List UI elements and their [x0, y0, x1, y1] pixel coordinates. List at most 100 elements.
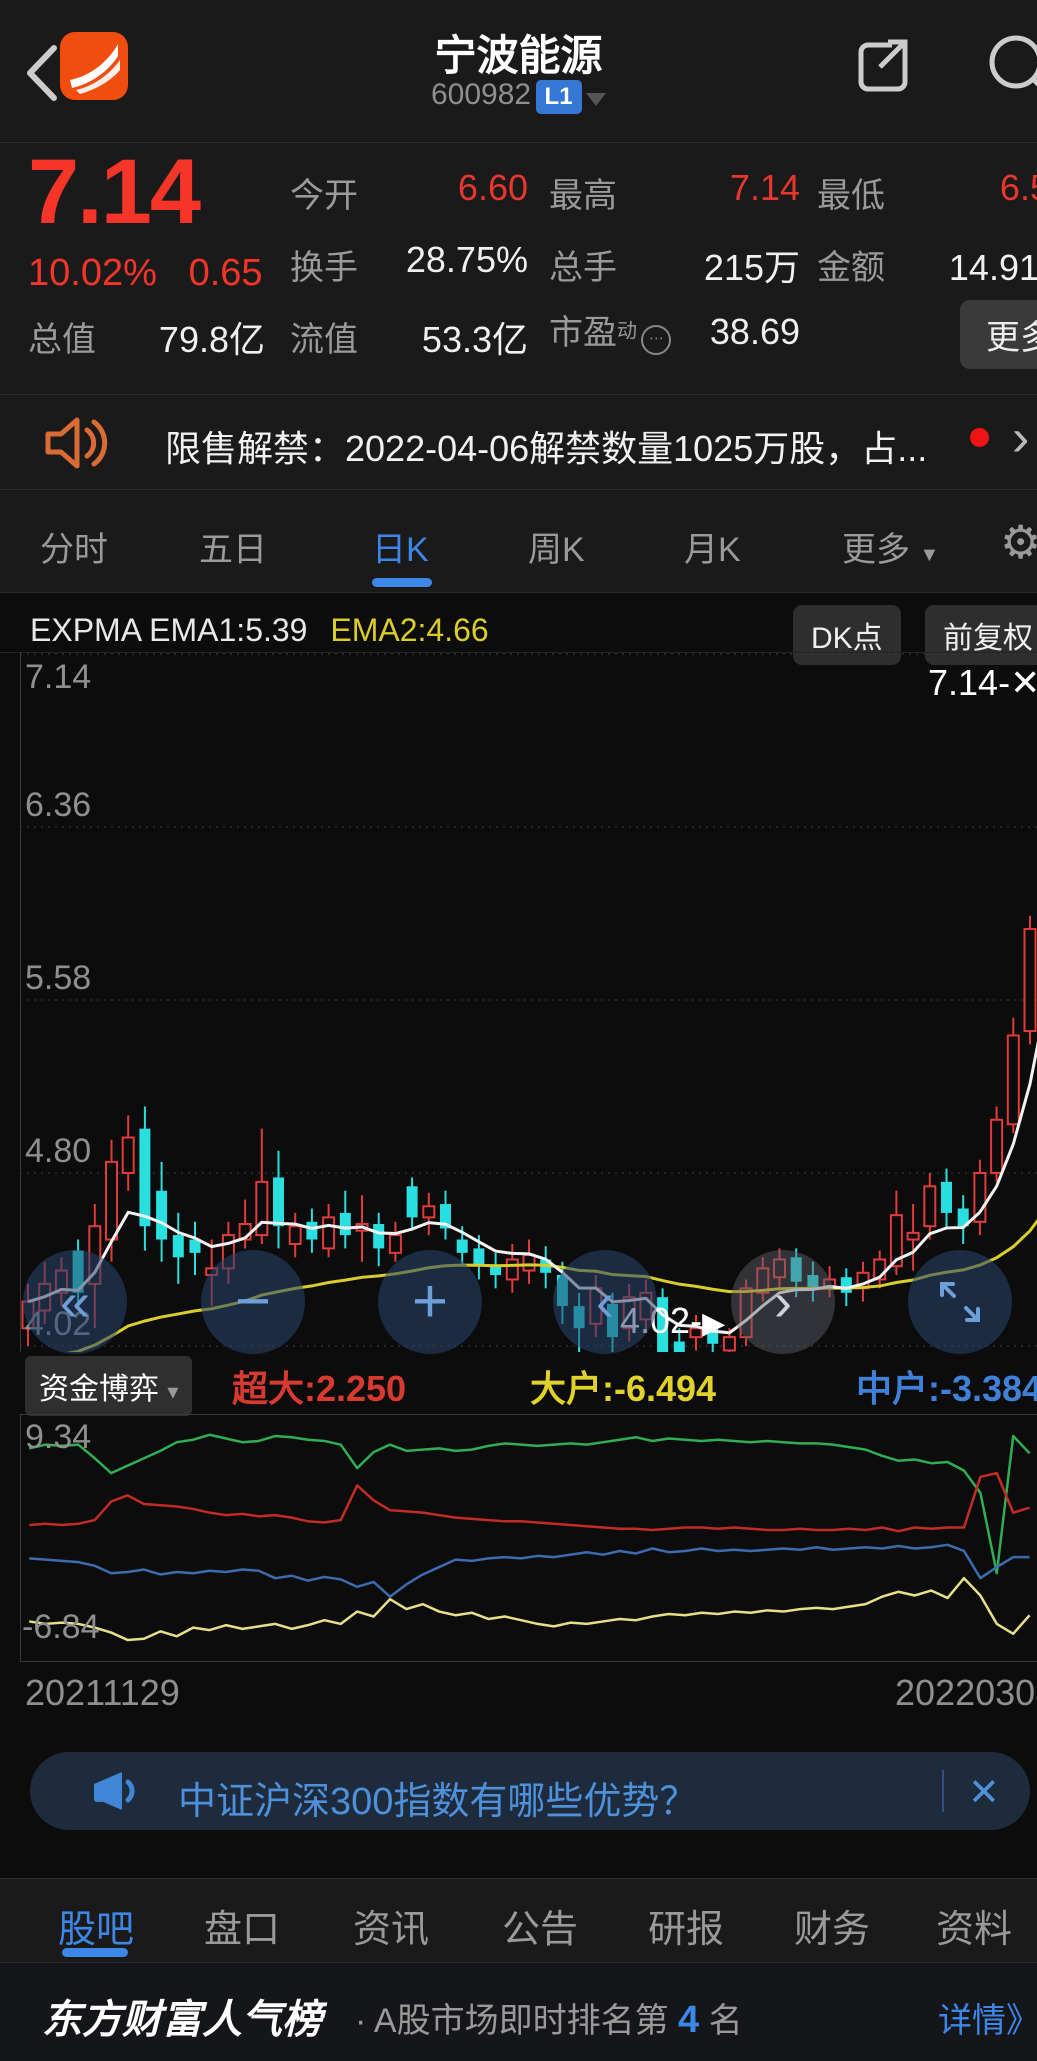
search-button[interactable]: [982, 28, 1037, 108]
y-axis-label: 7.14: [25, 658, 91, 697]
tab-research[interactable]: 研报: [648, 1898, 724, 1953]
zoom-out-button[interactable]: −: [201, 1250, 305, 1354]
fund-selector-label: 资金博弈: [39, 1373, 159, 1406]
rank-text-prefix: A股市场即时排名第: [374, 2002, 669, 2040]
fund-medium: 中户:-3.384: [856, 1360, 1037, 1412]
dot-separator: ·: [355, 2002, 366, 2040]
y-axis-label: 4.80: [25, 1132, 91, 1171]
tab-more[interactable]: 更多 ▼: [842, 522, 939, 571]
fund-line-chart[interactable]: [20, 1414, 1037, 1662]
level-badge: L1: [536, 80, 582, 114]
stat-value: 53.3亿: [390, 311, 528, 363]
popularity-rank-bar[interactable]: 东方财富人气榜 · A股市场即时排名第 4 名 详情》: [0, 1962, 1037, 2061]
divider: [0, 489, 1037, 490]
stat-value: 6.50: [920, 167, 1037, 209]
lower-y-top-label: 9.34: [25, 1418, 91, 1457]
y-axis-label: 6.36: [25, 786, 91, 825]
tab-news[interactable]: 资讯: [353, 1898, 429, 1953]
tab-minute[interactable]: 分时: [40, 522, 108, 571]
promo-banner[interactable]: 中证沪深300指数有哪些优势？ ✕: [30, 1752, 1030, 1830]
gear-icon[interactable]: ⚙: [1000, 515, 1037, 569]
chevron-right-icon: ›: [774, 1275, 792, 1329]
tab-weekly-k[interactable]: 周K: [528, 522, 585, 571]
stat-value: 14.91亿: [915, 239, 1037, 291]
stat-value: 79.8亿: [120, 311, 265, 363]
stat-value: 38.69: [660, 311, 800, 353]
lower-y-bottom-label: -6.84: [22, 1608, 100, 1647]
latest-price-text: 7.14-: [928, 662, 1010, 703]
fullscreen-button[interactable]: [908, 1250, 1012, 1354]
stat-value: 28.75%: [380, 239, 528, 281]
change-value: 0.65: [189, 252, 263, 294]
step-backward-button[interactable]: ‹: [553, 1250, 657, 1354]
tab-daily-k[interactable]: 日K: [372, 522, 429, 571]
tab-order-book[interactable]: 盘口: [204, 1898, 280, 1953]
stat-label: 总手: [549, 240, 617, 289]
chevron-down-icon: [586, 93, 606, 106]
banner-close-icon[interactable]: ✕: [968, 1770, 1000, 1815]
stat-label: 金额: [817, 240, 885, 289]
tab-five-day[interactable]: 五日: [199, 522, 267, 571]
stat-label: 总值: [28, 312, 96, 361]
fund-indicator-selector[interactable]: 资金博弈 ▾: [25, 1356, 192, 1416]
chevron-down-icon: ▼: [919, 544, 939, 566]
divider: [0, 592, 1037, 593]
share-icon: [852, 35, 916, 99]
tab-stock-forum[interactable]: 股吧: [58, 1898, 134, 1953]
fund-large: 大户:-6.494: [530, 1360, 716, 1412]
stat-label: 流值: [290, 312, 358, 361]
price-tag-mark-icon: ✕: [1010, 662, 1037, 703]
step-forward-button[interactable]: ›: [731, 1250, 835, 1354]
banner-divider: [942, 1770, 944, 1812]
fund-lines-svg: [21, 1415, 1036, 1661]
expand-icon: [934, 1276, 986, 1328]
search-icon: [982, 28, 1037, 108]
expma-label: EXPMA EMA1:5.39: [30, 612, 307, 648]
stat-label: 最高: [549, 168, 617, 217]
tab-profile[interactable]: 资料: [936, 1898, 1012, 1953]
active-tab-underline: [372, 578, 432, 587]
stat-label: 市盈: [549, 314, 617, 352]
latest-price-tag: 7.14-✕: [928, 662, 1037, 704]
chevron-left-icon: ‹: [596, 1275, 614, 1329]
tab-more-label: 更多: [842, 531, 910, 569]
zoom-in-button[interactable]: +: [378, 1250, 482, 1354]
candlestick-svg: [20, 652, 1037, 1352]
megaphone-icon: [88, 1768, 146, 1814]
stat-value: 6.60: [380, 167, 528, 209]
rank-brand: 东方财富人气榜: [42, 1987, 322, 2045]
banner-text: 中证沪深300指数有哪些优势？: [178, 1770, 697, 1825]
candlestick-chart[interactable]: [20, 652, 1037, 1352]
speaker-icon: [40, 412, 112, 474]
fund-super-large: 超大:2.250: [232, 1360, 406, 1412]
fast-backward-button[interactable]: «: [23, 1250, 127, 1354]
pe-dynamic-sup: 动: [617, 321, 637, 343]
news-ticker[interactable]: 限售解禁：2022-04-06解禁数量1025万股，占... ›: [0, 396, 1037, 488]
change-percent: 10.02%: [28, 252, 157, 294]
ticker-chevron-icon[interactable]: ›: [1012, 418, 1029, 458]
current-price: 7.14: [28, 140, 199, 245]
divider: [0, 394, 1037, 395]
minus-icon: −: [235, 1275, 271, 1329]
stat-value: 7.14: [650, 167, 800, 209]
tab-announcements[interactable]: 公告: [502, 1898, 578, 1953]
arrow-right-icon: ▶: [702, 1307, 725, 1340]
rank-text: · A股市场即时排名第 4 名: [355, 1993, 743, 2042]
date-start-label: 20211129: [25, 1672, 180, 1714]
fast-backward-icon: «: [60, 1275, 90, 1329]
active-section-underline: [62, 1948, 128, 1957]
detail-link[interactable]: 详情》: [938, 1993, 1037, 2042]
more-stats-button[interactable]: 更多: [960, 300, 1037, 369]
double-chevron-icon: 》: [1006, 2002, 1037, 2040]
tab-monthly-k[interactable]: 月K: [684, 522, 741, 571]
rank-text-suffix: 名: [709, 2002, 743, 2040]
ema2-label: EMA2:4.66: [330, 612, 488, 648]
share-button[interactable]: [852, 35, 916, 99]
detail-label: 详情: [938, 2002, 1006, 2040]
tab-financials[interactable]: 财务: [794, 1898, 870, 1953]
plus-icon: +: [412, 1275, 448, 1329]
price-change: 10.02% 0.65: [28, 252, 263, 295]
unread-dot: [970, 428, 989, 447]
indicator-readout: EXPMA EMA1:5.39 EMA2:4.66: [30, 612, 489, 649]
chevron-down-icon: ▾: [167, 1379, 178, 1404]
